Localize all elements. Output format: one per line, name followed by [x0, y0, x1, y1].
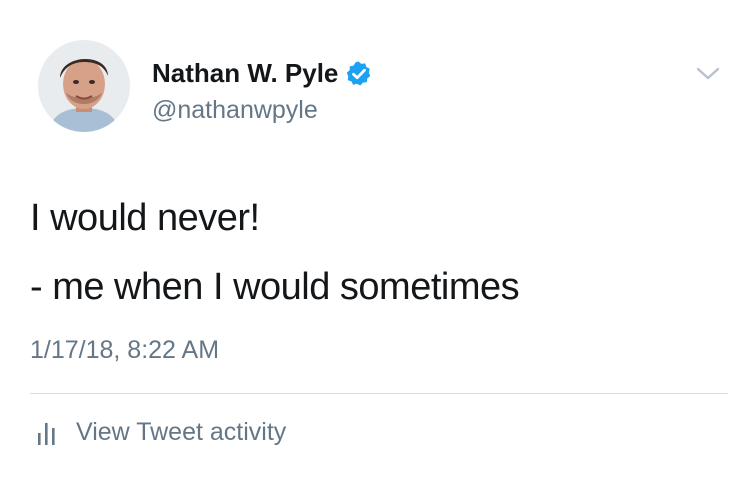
- display-name-text: Nathan W. Pyle: [152, 58, 339, 88]
- tweet-text-line: - me when I would sometimes: [30, 266, 520, 308]
- avatar[interactable]: [38, 40, 130, 132]
- divider: [30, 393, 728, 394]
- tweet-timestamp[interactable]: 1/17/18, 8:22 AM: [30, 336, 219, 365]
- verified-badge-icon: [346, 60, 372, 87]
- view-tweet-activity-button[interactable]: View Tweet activity: [36, 418, 286, 447]
- bar-chart-icon: [36, 419, 60, 447]
- tweet-text-line: I would never!: [30, 197, 260, 239]
- user-handle[interactable]: @nathanwpyle: [152, 96, 318, 125]
- chevron-down-icon[interactable]: [695, 64, 721, 84]
- view-tweet-activity-label: View Tweet activity: [76, 418, 287, 446]
- avatar-image: [38, 40, 130, 132]
- display-name[interactable]: Nathan W. Pyle: [152, 58, 372, 89]
